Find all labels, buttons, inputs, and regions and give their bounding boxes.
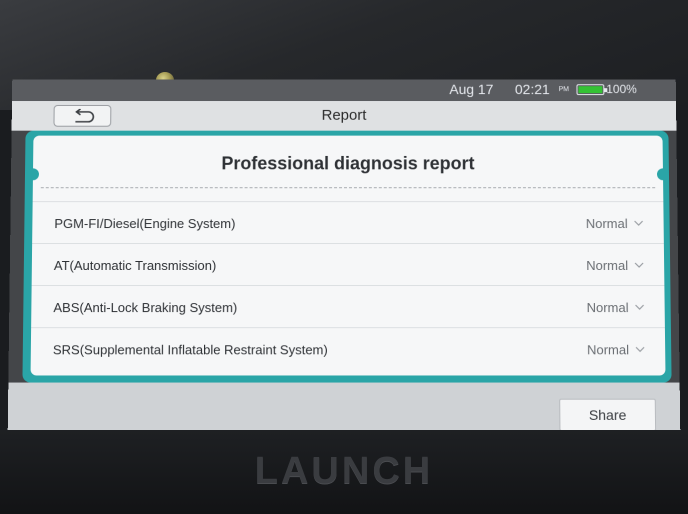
frame-notch (27, 168, 39, 180)
status-date: Aug 17 (449, 81, 493, 97)
title-bar: Report (12, 101, 677, 131)
page-title: Report (12, 107, 677, 124)
system-status: Normal (586, 216, 628, 231)
report-heading: Professional diagnosis report (33, 153, 663, 174)
system-row-srs[interactable]: SRS(Supplemental Inflatable Restraint Sy… (31, 327, 666, 370)
status-time: 02:21 (515, 81, 550, 97)
battery-icon (576, 84, 604, 95)
system-name: AT(Automatic Transmission) (54, 258, 216, 273)
system-row-transmission[interactable]: AT(Automatic Transmission) Normal (32, 243, 665, 286)
system-status: Normal (586, 258, 628, 273)
device-brand-logo: LAUNCH (0, 450, 688, 493)
system-name: PGM-FI/Diesel(Engine System) (54, 216, 235, 231)
divider (41, 187, 655, 188)
system-name: ABS(Anti-Lock Braking System) (53, 300, 237, 315)
report-card: Professional diagnosis report PGM-FI/Die… (31, 136, 666, 376)
battery-level: 100% (606, 82, 637, 96)
chevron-down-icon[interactable] (635, 346, 645, 352)
chevron-down-icon[interactable] (634, 220, 644, 226)
share-button[interactable]: Share (559, 399, 656, 431)
system-row-abs[interactable]: ABS(Anti-Lock Braking System) Normal (31, 285, 665, 328)
bottom-bar: Share (8, 383, 681, 434)
status-bar: Aug 17 02:21 PM 100% (12, 79, 676, 101)
system-row-engine[interactable]: PGM-FI/Diesel(Engine System) Normal (32, 201, 664, 244)
status-ampm: PM (559, 86, 569, 93)
device-screen: Aug 17 02:21 PM 100% Report Professional… (8, 79, 681, 433)
system-status: Normal (587, 342, 629, 357)
chevron-down-icon[interactable] (634, 262, 644, 268)
chevron-down-icon[interactable] (635, 304, 645, 310)
system-status: Normal (587, 300, 629, 315)
frame-notch (657, 168, 669, 180)
system-name: SRS(Supplemental Inflatable Restraint Sy… (53, 342, 328, 357)
